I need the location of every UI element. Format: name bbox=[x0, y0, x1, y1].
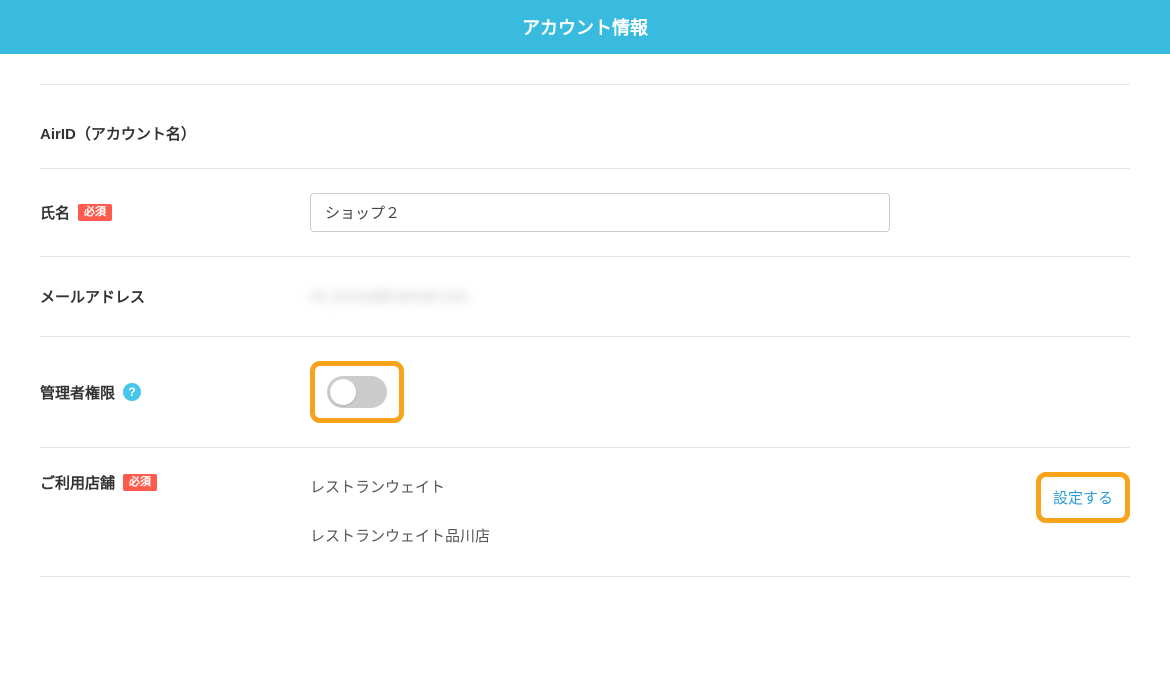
label-stores-text: ご利用店舗 bbox=[40, 472, 115, 493]
value-name bbox=[310, 193, 1130, 232]
form-content: AirID（アカウント名） 氏名 必須 メールアドレス ml_bruna@hot… bbox=[0, 84, 1170, 577]
label-admin: 管理者権限 ? bbox=[40, 382, 310, 403]
admin-toggle[interactable] bbox=[327, 376, 387, 408]
required-badge: 必須 bbox=[78, 204, 112, 221]
row-email: メールアドレス ml_bruna@hotmail.com bbox=[40, 256, 1130, 336]
label-name-text: 氏名 bbox=[40, 202, 70, 223]
label-email: メールアドレス bbox=[40, 286, 310, 307]
configure-stores-button[interactable]: 設定する bbox=[1053, 487, 1113, 508]
label-name: 氏名 必須 bbox=[40, 202, 310, 223]
row-stores: ご利用店舗 必須 レストランウェイト レストランウェイト品川店 設定する bbox=[40, 447, 1130, 556]
store-action: 設定する bbox=[1036, 472, 1130, 523]
help-icon[interactable]: ? bbox=[123, 383, 141, 401]
store-list: レストランウェイト レストランウェイト品川店 bbox=[310, 472, 1036, 546]
admin-toggle-highlight bbox=[310, 361, 404, 423]
list-item: レストランウェイト bbox=[310, 476, 1036, 497]
name-input[interactable] bbox=[310, 193, 890, 232]
label-airid: AirID（アカウント名） bbox=[40, 123, 310, 144]
page-title: アカウント情報 bbox=[522, 18, 648, 38]
email-value: ml_bruna@hotmail.com bbox=[310, 288, 469, 305]
value-admin bbox=[310, 361, 1130, 423]
bottom-divider bbox=[40, 576, 1130, 577]
page-header: アカウント情報 bbox=[0, 0, 1170, 54]
row-name: 氏名 必須 bbox=[40, 168, 1130, 256]
label-airid-text: AirID（アカウント名） bbox=[40, 123, 196, 144]
label-stores: ご利用店舗 必須 bbox=[40, 472, 310, 493]
label-email-text: メールアドレス bbox=[40, 286, 145, 307]
value-email: ml_bruna@hotmail.com bbox=[310, 288, 1130, 305]
row-airid: AirID（アカウント名） bbox=[40, 84, 1130, 168]
required-badge: 必須 bbox=[123, 474, 157, 491]
label-admin-text: 管理者権限 bbox=[40, 382, 115, 403]
store-config-highlight: 設定する bbox=[1036, 472, 1130, 523]
list-item: レストランウェイト品川店 bbox=[310, 525, 1036, 546]
toggle-knob bbox=[330, 379, 356, 405]
row-admin: 管理者権限 ? bbox=[40, 336, 1130, 447]
